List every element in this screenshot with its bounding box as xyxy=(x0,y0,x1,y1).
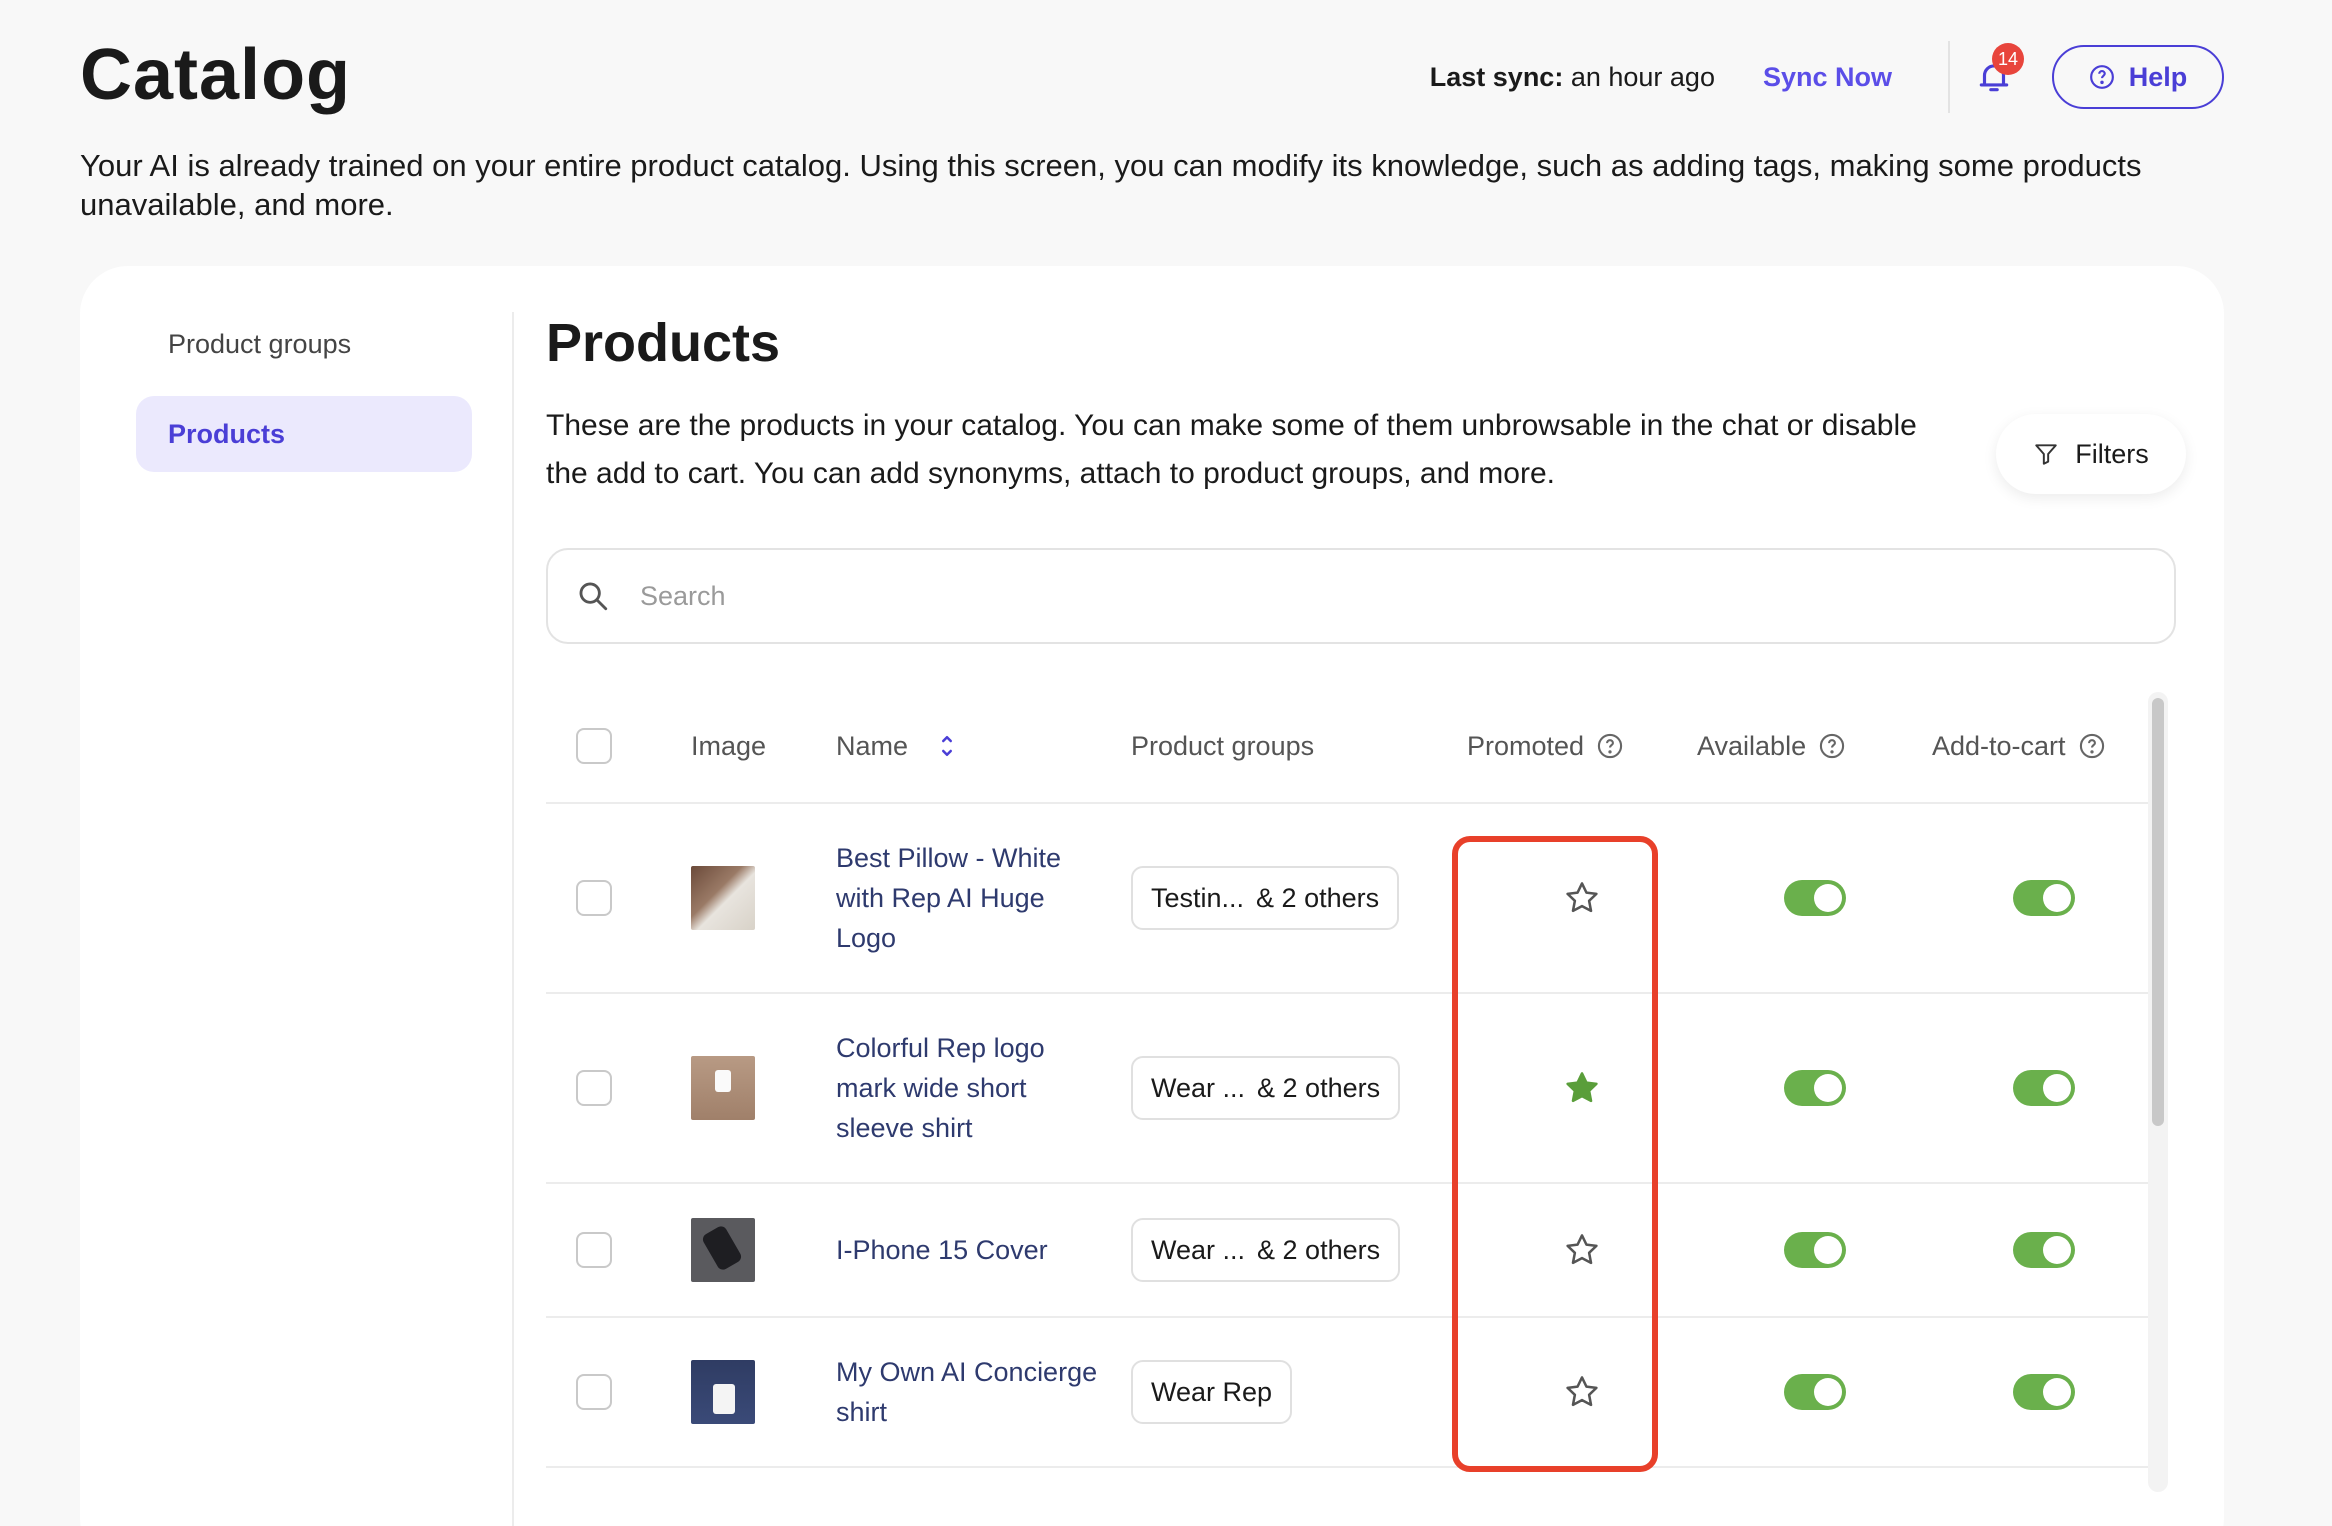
col-promoted-header: Promoted xyxy=(1467,731,1697,762)
product-name[interactable]: Best Pillow - White with Rep AI Huge Log… xyxy=(836,838,1111,958)
sidebar-divider xyxy=(512,312,514,1526)
catalog-card: Product groups Products Products These a… xyxy=(80,266,2224,1526)
add-to-cart-toggle[interactable] xyxy=(2013,1374,2075,1410)
page-title: Catalog xyxy=(80,35,352,115)
sidebar: Product groups Products xyxy=(136,306,472,486)
intro-text: Your AI is already trained on your entir… xyxy=(80,148,2142,222)
row-checkbox[interactable] xyxy=(576,1374,612,1410)
col-image-header: Image xyxy=(691,730,767,761)
sidebar-item-products[interactable]: Products xyxy=(136,396,472,472)
add-to-cart-toggle[interactable] xyxy=(2013,1070,2075,1106)
notification-badge: 14 xyxy=(1992,43,2024,75)
products-table: Image Name Product groups Promoted Avail… xyxy=(546,690,2156,1468)
table-row[interactable]: Colorful Rep logo mark wide short sleeve… xyxy=(546,994,2156,1184)
product-name[interactable]: Colorful Rep logo mark wide short sleeve… xyxy=(836,1028,1111,1148)
group-name: Wear Rep xyxy=(1151,1376,1273,1407)
last-sync-label: Last sync: xyxy=(1429,61,1564,92)
help-button[interactable]: Help xyxy=(2052,45,2224,109)
available-toggle[interactable] xyxy=(1783,1374,1846,1410)
question-circle-icon[interactable] xyxy=(2078,732,2106,760)
table-row[interactable]: My Own AI Concierge shirt Wear Rep xyxy=(546,1318,2156,1468)
products-description: These are the products in your catalog. … xyxy=(546,409,1917,490)
product-name[interactable]: My Own AI Concierge shirt xyxy=(836,1352,1111,1432)
table-header: Image Name Product groups Promoted Avail… xyxy=(546,690,2156,804)
filters-button[interactable]: Filters xyxy=(1996,414,2186,494)
header-divider xyxy=(1948,41,1950,113)
filter-icon xyxy=(2035,444,2057,465)
available-toggle[interactable] xyxy=(1783,1070,1846,1106)
add-to-cart-toggle[interactable] xyxy=(2013,880,2075,916)
help-label: Help xyxy=(2128,61,2188,92)
star-outline-icon[interactable] xyxy=(1563,1231,1601,1269)
table-row[interactable]: Best Pillow - White with Rep AI Huge Log… xyxy=(546,804,2156,994)
col-available-header: Available xyxy=(1697,731,1932,762)
sync-now-link[interactable]: Sync Now xyxy=(1763,62,1892,93)
row-checkbox[interactable] xyxy=(576,880,612,916)
product-groups-chip[interactable]: Wear Rep xyxy=(1131,1360,1293,1424)
sort-icon xyxy=(942,736,953,756)
col-promoted-label: Promoted xyxy=(1467,730,1585,761)
product-name[interactable]: I-Phone 15 Cover xyxy=(836,1230,1111,1270)
col-cart-label: Add-to-cart xyxy=(1932,730,2066,761)
products-title: Products xyxy=(546,313,781,373)
header-actions: Last sync: an hour ago Sync Now 14 Help xyxy=(1430,41,2224,113)
add-to-cart-toggle[interactable] xyxy=(2013,1232,2075,1268)
row-checkbox[interactable] xyxy=(576,1232,612,1268)
table-row[interactable]: I-Phone 15 Cover Wear ... & 2 others xyxy=(546,1184,2156,1318)
search-box xyxy=(546,548,2176,644)
product-thumbnail xyxy=(691,1218,755,1282)
group-others: & 2 others xyxy=(1257,1234,1381,1265)
col-available-label: Available xyxy=(1697,730,1807,761)
col-groups-header: Product groups xyxy=(1131,730,1315,761)
row-checkbox[interactable] xyxy=(576,1070,612,1106)
group-others: & 2 others xyxy=(1257,1072,1381,1103)
col-name-header[interactable]: Name xyxy=(836,731,1131,762)
product-thumbnail xyxy=(691,1056,755,1120)
product-thumbnail xyxy=(691,866,755,930)
star-outline-icon[interactable] xyxy=(1563,1373,1601,1411)
last-sync-value: an hour ago xyxy=(1570,61,1715,92)
sidebar-item-product-groups[interactable]: Product groups xyxy=(136,306,472,382)
notifications-button[interactable]: 14 xyxy=(1966,43,2024,105)
help-circle-icon xyxy=(2089,65,2114,89)
select-all-checkbox[interactable] xyxy=(576,728,612,764)
product-thumbnail xyxy=(691,1360,755,1424)
col-name-label: Name xyxy=(836,730,909,761)
product-groups-chip[interactable]: Wear ... & 2 others xyxy=(1131,1218,1401,1282)
product-groups-chip[interactable]: Wear ... & 2 others xyxy=(1131,1056,1401,1120)
table-scrollbar-thumb[interactable] xyxy=(2152,698,2164,1126)
group-name: Wear ... xyxy=(1151,1072,1246,1103)
group-others: & 2 others xyxy=(1256,882,1380,913)
filters-label: Filters xyxy=(2075,438,2149,469)
group-name: Wear ... xyxy=(1151,1234,1246,1265)
available-toggle[interactable] xyxy=(1783,1232,1846,1268)
available-toggle[interactable] xyxy=(1783,880,1846,916)
search-input[interactable] xyxy=(640,580,2040,612)
star-outline-icon[interactable] xyxy=(1563,879,1601,917)
star-filled-icon[interactable] xyxy=(1563,1069,1601,1107)
question-circle-icon[interactable] xyxy=(1818,732,1846,760)
question-circle-icon[interactable] xyxy=(1596,732,1624,760)
group-name: Testin... xyxy=(1151,882,1245,913)
search-icon xyxy=(579,582,608,611)
last-sync-info: Last sync: an hour ago xyxy=(1430,62,1715,93)
col-cart-header: Add-to-cart xyxy=(1932,731,2156,762)
product-groups-chip[interactable]: Testin... & 2 others xyxy=(1131,866,1400,930)
